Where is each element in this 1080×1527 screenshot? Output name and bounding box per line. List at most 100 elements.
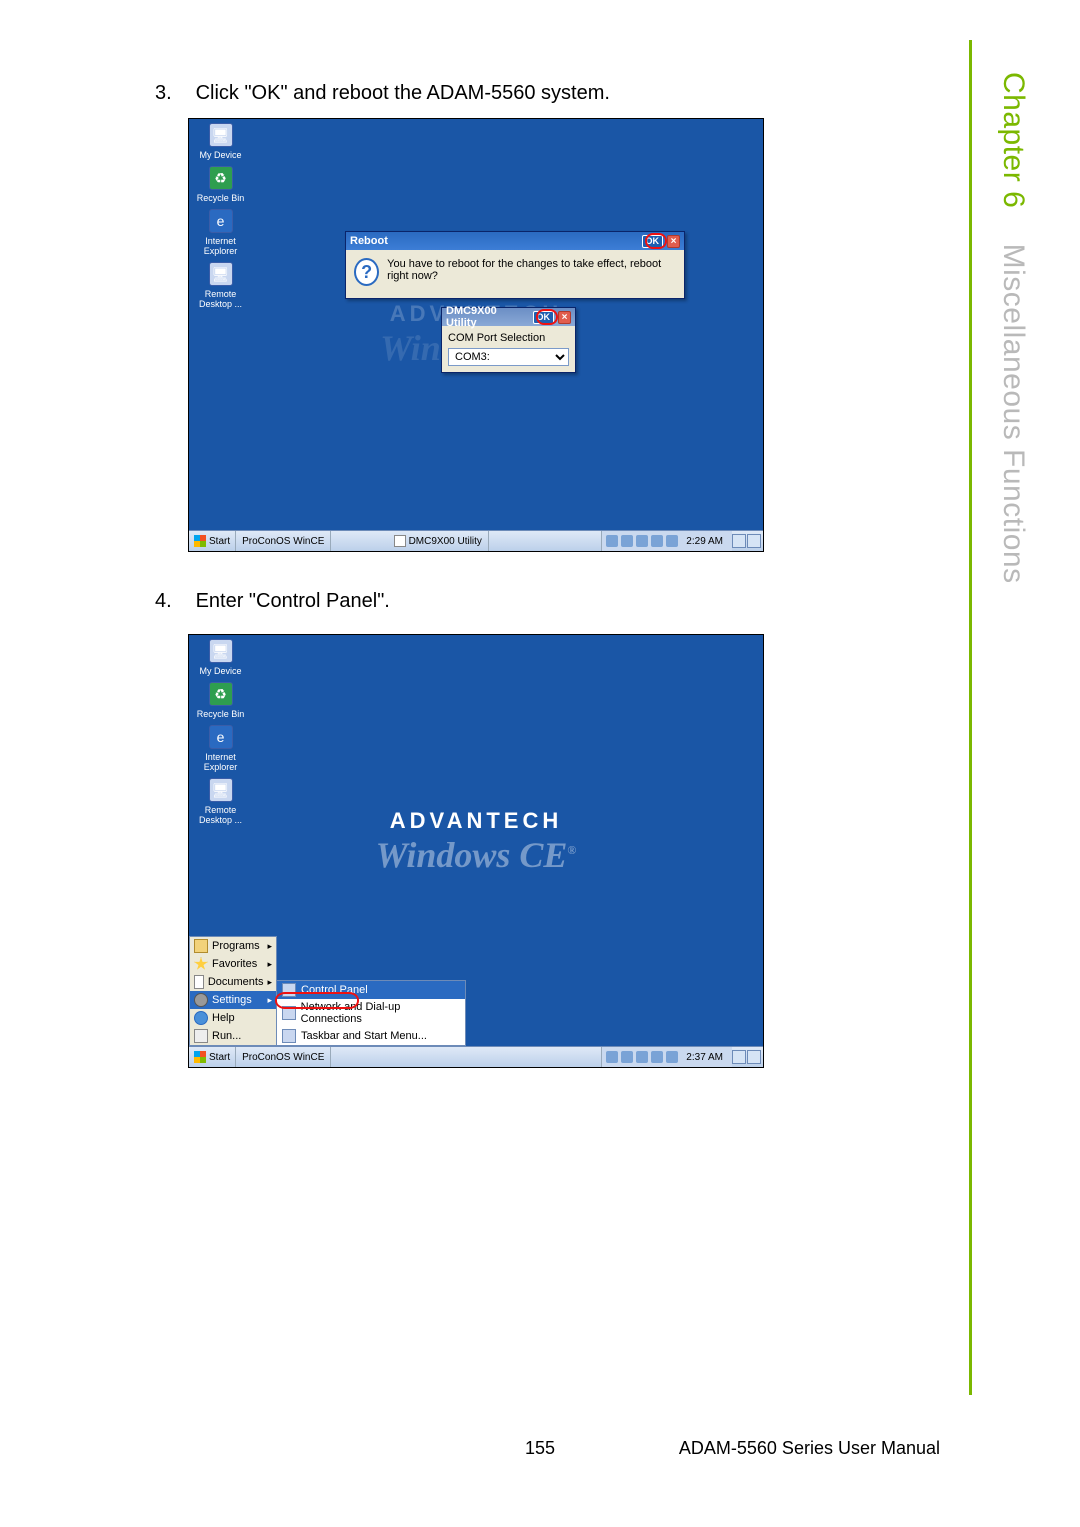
- start-button[interactable]: Start: [189, 531, 236, 551]
- submenu-arrow-icon: ▸: [267, 941, 272, 952]
- tray-icon[interactable]: [666, 535, 678, 547]
- desktop-icon-recycle-bin[interactable]: ♻Recycle Bin: [193, 166, 248, 203]
- desktop-icon-remote-desktop[interactable]: 🖥Remote Desktop ...: [193, 778, 248, 825]
- taskbar-settings-icon: [282, 1029, 296, 1043]
- recycle-icon: ♻: [209, 166, 233, 190]
- show-desktop-button[interactable]: [732, 534, 746, 548]
- windows-flag-icon: [194, 535, 206, 547]
- rdp-icon: 🖥: [209, 778, 233, 802]
- submenu-arrow-icon: ▸: [267, 995, 272, 1006]
- settings-submenu: Control Panel Network and Dial-up Connec…: [276, 980, 466, 1046]
- taskbar-task-dmc-utility[interactable]: DMC9X00 Utility: [388, 531, 489, 551]
- start-label: Start: [209, 536, 230, 547]
- windows-flag-icon: [194, 1051, 206, 1063]
- dmc-utility-body: COM Port Selection COM3:: [442, 326, 575, 372]
- start-menu: Programs▸ Favorites▸ Documents▸ Settings…: [189, 936, 277, 1046]
- start-menu-help[interactable]: Help: [190, 1009, 276, 1027]
- control-panel-icon: [282, 983, 296, 997]
- desktop-icon-ie[interactable]: eInternet Explorer: [193, 725, 248, 772]
- submenu-arrow-icon: ▸: [267, 977, 272, 988]
- desktop-icon-remote-desktop[interactable]: 🖥Remote Desktop ...: [193, 262, 248, 309]
- taskbar-clock: 2:37 AM: [681, 1052, 728, 1063]
- documents-icon: [194, 975, 204, 989]
- tray-icon[interactable]: [621, 535, 633, 547]
- start-menu-documents[interactable]: Documents▸: [190, 973, 276, 991]
- step-3-number: 3.: [155, 82, 190, 105]
- tray-icon[interactable]: [606, 1051, 618, 1063]
- desktop-icon-my-device[interactable]: 🖥My Device: [193, 639, 248, 676]
- tray-icon[interactable]: [651, 1051, 663, 1063]
- page-right-rule: [969, 40, 972, 1395]
- system-tray: 2:37 AM: [601, 1047, 732, 1067]
- dmc-utility-ok-button[interactable]: OK: [533, 311, 555, 324]
- desktop-icons: 🖥My Device ♻Recycle Bin eInternet Explor…: [193, 123, 248, 309]
- favorites-icon: [194, 957, 208, 971]
- recycle-icon: ♻: [209, 682, 233, 706]
- start-menu-favorites[interactable]: Favorites▸: [190, 955, 276, 973]
- desktop-icon-recycle-bin[interactable]: ♻Recycle Bin: [193, 682, 248, 719]
- start-menu-run[interactable]: Run...: [190, 1027, 276, 1045]
- taskbar: Start ProConOS WinCE DMC9X00 Utility 2:2…: [189, 530, 763, 551]
- taskbar: Start ProConOS WinCE 2:37 AM: [189, 1046, 763, 1067]
- dmc-utility-dialog: DMC9X00 Utility OK × COM Port Selection …: [441, 307, 576, 373]
- rdp-icon: 🖥: [209, 262, 233, 286]
- tray-icon[interactable]: [666, 1051, 678, 1063]
- dmc-utility-titlebar[interactable]: DMC9X00 Utility OK ×: [442, 308, 575, 326]
- start-button[interactable]: Start: [189, 1047, 236, 1067]
- step-3-text: Click "OK" and reboot the ADAM-5560 syst…: [196, 82, 610, 104]
- brand-watermark: ADVANTECH Windows CE®: [376, 808, 577, 876]
- tray-icon[interactable]: [606, 535, 618, 547]
- dmc-utility-close-button[interactable]: ×: [558, 311, 571, 324]
- desktop-icons: 🖥My Device ♻Recycle Bin eInternet Explor…: [193, 639, 248, 825]
- submenu-control-panel[interactable]: Control Panel: [277, 981, 465, 999]
- start-menu-programs[interactable]: Programs▸: [190, 937, 276, 955]
- com-port-label: COM Port Selection: [448, 332, 569, 344]
- tray-icon[interactable]: [651, 535, 663, 547]
- submenu-taskbar-start-menu[interactable]: Taskbar and Start Menu...: [277, 1027, 465, 1045]
- com-port-select[interactable]: COM3:: [448, 348, 569, 366]
- step-4-number: 4.: [155, 590, 190, 613]
- screenshot-reboot: ADVANTECH Windows CE 🖥My Device ♻Recycle…: [188, 118, 764, 552]
- utility-icon: [394, 535, 406, 547]
- programs-icon: [194, 939, 208, 953]
- reboot-close-button[interactable]: ×: [667, 235, 680, 248]
- manual-title: ADAM-5560 Series User Manual: [679, 1438, 940, 1459]
- tray-icon[interactable]: [636, 535, 648, 547]
- taskbar-end-buttons: [732, 1050, 763, 1064]
- sip-button[interactable]: [747, 1050, 761, 1064]
- desktop-icon-ie[interactable]: eInternet Explorer: [193, 209, 248, 256]
- taskbar-task-proconos[interactable]: ProConOS WinCE: [236, 1047, 331, 1067]
- submenu-arrow-icon: ▸: [267, 959, 272, 970]
- step-3: 3. Click "OK" and reboot the ADAM-5560 s…: [155, 82, 610, 105]
- step-4: 4. Enter "Control Panel".: [155, 590, 390, 613]
- device-icon: 🖥: [209, 639, 233, 663]
- ie-icon: e: [209, 725, 233, 749]
- settings-icon: [194, 993, 208, 1007]
- sip-button[interactable]: [747, 534, 761, 548]
- reboot-ok-button[interactable]: OK: [642, 235, 664, 248]
- reboot-dialog-titlebar[interactable]: Reboot OK ×: [346, 232, 684, 250]
- question-icon: ?: [354, 258, 379, 286]
- brand-windows-ce: Windows CE®: [376, 834, 577, 876]
- sidebar-chapter: Chapter 6: [997, 72, 1030, 208]
- sidebar-chapter-label: Chapter 6 Miscellaneous Functions: [996, 72, 1030, 584]
- submenu-network-connections[interactable]: Network and Dial-up Connections: [277, 999, 465, 1027]
- taskbar-task-proconos[interactable]: ProConOS WinCE: [236, 531, 331, 551]
- network-icon: [282, 1006, 296, 1020]
- taskbar-end-buttons: [732, 534, 763, 548]
- show-desktop-button[interactable]: [732, 1050, 746, 1064]
- start-label: Start: [209, 1052, 230, 1063]
- step-4-text: Enter "Control Panel".: [196, 590, 390, 612]
- screenshot-start-menu: 🖥My Device ♻Recycle Bin eInternet Explor…: [188, 634, 764, 1068]
- taskbar-clock: 2:29 AM: [681, 536, 728, 547]
- desktop-icon-my-device[interactable]: 🖥My Device: [193, 123, 248, 160]
- help-icon: [194, 1011, 208, 1025]
- tray-icon[interactable]: [636, 1051, 648, 1063]
- page-footer: 155 ADAM-5560 Series User Manual: [0, 1438, 1080, 1459]
- reboot-dialog-message: You have to reboot for the changes to ta…: [387, 258, 676, 282]
- system-tray: 2:29 AM: [601, 531, 732, 551]
- tray-icon[interactable]: [621, 1051, 633, 1063]
- reboot-dialog-body: ? You have to reboot for the changes to …: [346, 250, 684, 298]
- start-menu-settings[interactable]: Settings▸: [190, 991, 276, 1009]
- run-icon: [194, 1029, 208, 1043]
